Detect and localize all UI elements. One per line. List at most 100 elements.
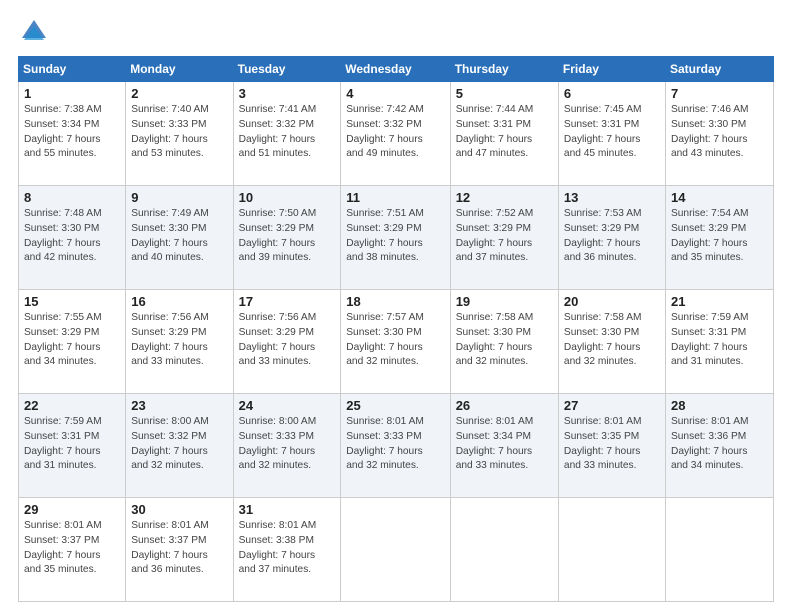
day-number: 20: [564, 294, 660, 309]
calendar-cell: 8 Sunrise: 7:48 AM Sunset: 3:30 PM Daylig…: [19, 186, 126, 290]
weekday-header-tuesday: Tuesday: [233, 57, 341, 82]
logo-icon: [20, 18, 48, 46]
calendar-cell: 31 Sunrise: 8:01 AM Sunset: 3:38 PM Dayli…: [233, 498, 341, 602]
calendar-cell: 27Sunrise: 8:01 AM Sunset: 3:35 PM Dayli…: [558, 394, 665, 498]
day-number: 9: [131, 190, 227, 205]
day-info: Sunrise: 7:46 AM Sunset: 3:30 PM Dayligh…: [671, 103, 768, 162]
day-info: Sunrise: 8:01 AM Sunset: 3:37 PM Dayligh…: [131, 519, 227, 578]
calendar-cell: 21 Sunrise: 7:59 AM Sunset: 3:31 PM Dayli…: [665, 290, 773, 394]
calendar-cell: 1 Sunrise: 7:38 AM Sunset: 3:34 PM Daylig…: [19, 82, 126, 186]
weekday-header-sunday: Sunday: [19, 57, 126, 82]
day-info: Sunrise: 7:44 AM Sunset: 3:31 PM Dayligh…: [456, 103, 553, 162]
calendar-cell: 5 Sunrise: 7:44 AM Sunset: 3:31 PM Daylig…: [450, 82, 558, 186]
day-number: 31: [239, 502, 336, 517]
calendar-week-row: 8 Sunrise: 7:48 AM Sunset: 3:30 PM Daylig…: [19, 186, 774, 290]
calendar-cell: 18 Sunrise: 7:57 AM Sunset: 3:30 PM Dayli…: [341, 290, 450, 394]
calendar-table: SundayMondayTuesdayWednesdayThursdayFrid…: [18, 56, 774, 602]
calendar-cell: 4 Sunrise: 7:42 AM Sunset: 3:32 PM Daylig…: [341, 82, 450, 186]
day-info: Sunrise: 7:52 AM Sunset: 3:29 PM Dayligh…: [456, 207, 553, 266]
calendar-cell: 10Sunrise: 7:50 AM Sunset: 3:29 PM Dayli…: [233, 186, 341, 290]
calendar-cell: 25 Sunrise: 8:01 AM Sunset: 3:33 PM Dayli…: [341, 394, 450, 498]
calendar-header: SundayMondayTuesdayWednesdayThursdayFrid…: [19, 57, 774, 82]
weekday-header-saturday: Saturday: [665, 57, 773, 82]
day-info: Sunrise: 8:01 AM Sunset: 3:36 PM Dayligh…: [671, 415, 768, 474]
calendar-week-row: 1 Sunrise: 7:38 AM Sunset: 3:34 PM Daylig…: [19, 82, 774, 186]
day-info: Sunrise: 7:58 AM Sunset: 3:30 PM Dayligh…: [564, 311, 660, 370]
day-info: Sunrise: 7:58 AM Sunset: 3:30 PM Dayligh…: [456, 311, 553, 370]
day-number: 12: [456, 190, 553, 205]
day-number: 13: [564, 190, 660, 205]
weekday-header-monday: Monday: [126, 57, 233, 82]
day-info: Sunrise: 7:42 AM Sunset: 3:32 PM Dayligh…: [346, 103, 444, 162]
page: SundayMondayTuesdayWednesdayThursdayFrid…: [0, 0, 792, 612]
calendar-cell: [558, 498, 665, 602]
calendar-cell: 14 Sunrise: 7:54 AM Sunset: 3:29 PM Dayli…: [665, 186, 773, 290]
day-number: 8: [24, 190, 120, 205]
day-info: Sunrise: 7:59 AM Sunset: 3:31 PM Dayligh…: [24, 415, 120, 474]
day-info: Sunrise: 7:54 AM Sunset: 3:29 PM Dayligh…: [671, 207, 768, 266]
calendar-body: 1 Sunrise: 7:38 AM Sunset: 3:34 PM Daylig…: [19, 82, 774, 602]
calendar-cell: 3Sunrise: 7:41 AM Sunset: 3:32 PM Daylig…: [233, 82, 341, 186]
day-number: 3: [239, 86, 336, 101]
calendar-cell: 6 Sunrise: 7:45 AM Sunset: 3:31 PM Daylig…: [558, 82, 665, 186]
calendar-cell: 2 Sunrise: 7:40 AM Sunset: 3:33 PM Daylig…: [126, 82, 233, 186]
calendar-cell: 30Sunrise: 8:01 AM Sunset: 3:37 PM Dayli…: [126, 498, 233, 602]
calendar-cell: 9 Sunrise: 7:49 AM Sunset: 3:30 PM Daylig…: [126, 186, 233, 290]
calendar-cell: 22 Sunrise: 7:59 AM Sunset: 3:31 PM Dayli…: [19, 394, 126, 498]
calendar-cell: 11 Sunrise: 7:51 AM Sunset: 3:29 PM Dayli…: [341, 186, 450, 290]
day-number: 5: [456, 86, 553, 101]
day-number: 28: [671, 398, 768, 413]
calendar-week-row: 22 Sunrise: 7:59 AM Sunset: 3:31 PM Dayli…: [19, 394, 774, 498]
day-info: Sunrise: 7:53 AM Sunset: 3:29 PM Dayligh…: [564, 207, 660, 266]
day-info: Sunrise: 8:01 AM Sunset: 3:38 PM Dayligh…: [239, 519, 336, 578]
day-number: 22: [24, 398, 120, 413]
calendar-cell: 17Sunrise: 7:56 AM Sunset: 3:29 PM Dayli…: [233, 290, 341, 394]
calendar-cell: 29Sunrise: 8:01 AM Sunset: 3:37 PM Dayli…: [19, 498, 126, 602]
day-info: Sunrise: 8:01 AM Sunset: 3:33 PM Dayligh…: [346, 415, 444, 474]
day-info: Sunrise: 7:57 AM Sunset: 3:30 PM Dayligh…: [346, 311, 444, 370]
logo: [18, 18, 48, 46]
weekday-header-row: SundayMondayTuesdayWednesdayThursdayFrid…: [19, 57, 774, 82]
day-info: Sunrise: 8:01 AM Sunset: 3:35 PM Dayligh…: [564, 415, 660, 474]
day-number: 23: [131, 398, 227, 413]
weekday-header-wednesday: Wednesday: [341, 57, 450, 82]
day-number: 25: [346, 398, 444, 413]
weekday-header-thursday: Thursday: [450, 57, 558, 82]
day-number: 11: [346, 190, 444, 205]
day-info: Sunrise: 7:55 AM Sunset: 3:29 PM Dayligh…: [24, 311, 120, 370]
day-number: 21: [671, 294, 768, 309]
day-number: 29: [24, 502, 120, 517]
calendar-cell: 16 Sunrise: 7:56 AM Sunset: 3:29 PM Dayli…: [126, 290, 233, 394]
day-info: Sunrise: 7:40 AM Sunset: 3:33 PM Dayligh…: [131, 103, 227, 162]
calendar-cell: 7Sunrise: 7:46 AM Sunset: 3:30 PM Daylig…: [665, 82, 773, 186]
calendar-week-row: 29 Sunrise: 8:01 AM Sunset: 3:37 PM Dayli…: [19, 498, 774, 602]
day-number: 24: [239, 398, 336, 413]
day-number: 26: [456, 398, 553, 413]
day-info: Sunrise: 8:01 AM Sunset: 3:34 PM Dayligh…: [456, 415, 553, 474]
calendar-cell: 12 Sunrise: 7:52 AM Sunset: 3:29 PM Dayli…: [450, 186, 558, 290]
calendar-cell: [450, 498, 558, 602]
weekday-header-friday: Friday: [558, 57, 665, 82]
day-number: 14: [671, 190, 768, 205]
day-number: 19: [456, 294, 553, 309]
calendar-cell: 13 Sunrise: 7:53 AM Sunset: 3:29 PM Dayli…: [558, 186, 665, 290]
day-info: Sunrise: 7:56 AM Sunset: 3:29 PM Dayligh…: [131, 311, 227, 370]
calendar-cell: 23Sunrise: 8:00 AM Sunset: 3:32 PM Dayli…: [126, 394, 233, 498]
day-info: Sunrise: 7:45 AM Sunset: 3:31 PM Dayligh…: [564, 103, 660, 162]
header: [18, 18, 774, 46]
day-number: 1: [24, 86, 120, 101]
day-number: 18: [346, 294, 444, 309]
calendar-cell: 24Sunrise: 8:00 AM Sunset: 3:33 PM Dayli…: [233, 394, 341, 498]
day-number: 2: [131, 86, 227, 101]
day-number: 15: [24, 294, 120, 309]
day-number: 6: [564, 86, 660, 101]
day-info: Sunrise: 7:59 AM Sunset: 3:31 PM Dayligh…: [671, 311, 768, 370]
calendar-cell: 28 Sunrise: 8:01 AM Sunset: 3:36 PM Dayli…: [665, 394, 773, 498]
day-info: Sunrise: 7:51 AM Sunset: 3:29 PM Dayligh…: [346, 207, 444, 266]
day-info: Sunrise: 7:38 AM Sunset: 3:34 PM Dayligh…: [24, 103, 120, 162]
day-info: Sunrise: 7:49 AM Sunset: 3:30 PM Dayligh…: [131, 207, 227, 266]
calendar-cell: 15 Sunrise: 7:55 AM Sunset: 3:29 PM Dayli…: [19, 290, 126, 394]
day-info: Sunrise: 7:48 AM Sunset: 3:30 PM Dayligh…: [24, 207, 120, 266]
day-number: 4: [346, 86, 444, 101]
day-number: 16: [131, 294, 227, 309]
